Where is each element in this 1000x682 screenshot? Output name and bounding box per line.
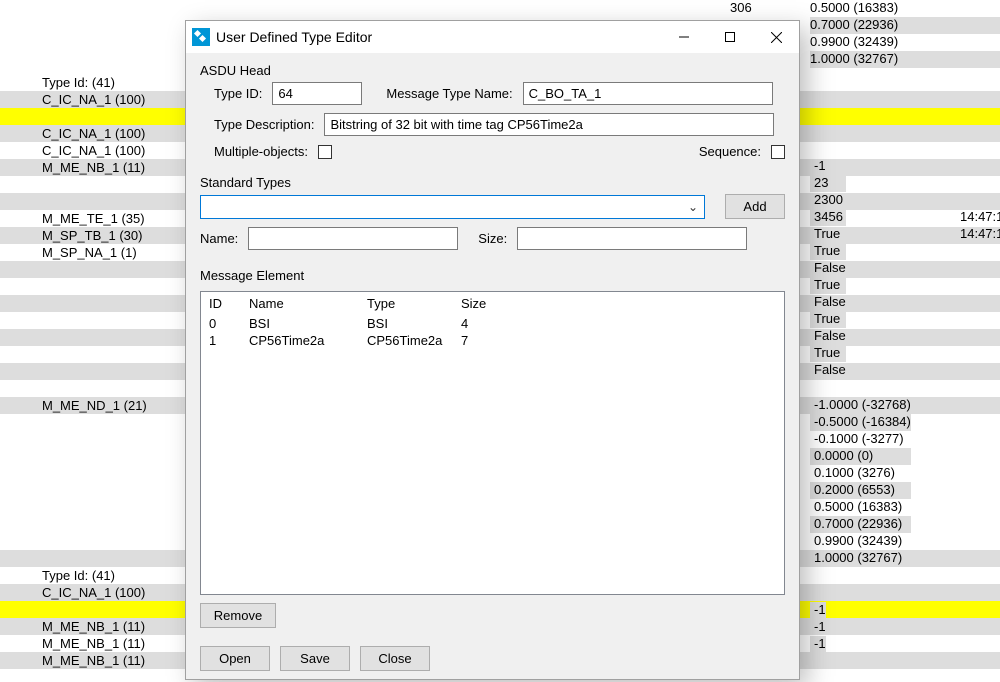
- message-element-label: Message Element: [200, 268, 785, 283]
- multiple-objects-label: Multiple-objects:: [214, 144, 308, 159]
- close-window-button[interactable]: [753, 21, 799, 53]
- col-type: Type: [367, 296, 461, 311]
- app-icon: [192, 28, 210, 46]
- open-button[interactable]: Open: [200, 646, 270, 671]
- message-type-name-input[interactable]: [523, 82, 773, 105]
- bg-right-values-2: -1.0000 (-32768)-0.5000 (-16384)-0.1000 …: [810, 397, 911, 567]
- titlebar: User Defined Type Editor: [186, 21, 799, 53]
- asdu-head-label: ASDU Head: [200, 63, 785, 78]
- maximize-button[interactable]: [707, 21, 753, 53]
- table-row[interactable]: 0 BSI BSI 4: [201, 315, 784, 332]
- add-button[interactable]: Add: [725, 194, 785, 219]
- col-size: Size: [461, 296, 521, 311]
- user-defined-type-editor-dialog: User Defined Type Editor ASDU Head Type …: [185, 20, 800, 680]
- standard-types-dropdown[interactable]: [200, 195, 705, 219]
- multiple-objects-checkbox[interactable]: [318, 145, 332, 159]
- message-type-name-label: Message Type Name:: [386, 86, 512, 101]
- name-input[interactable]: [248, 227, 458, 250]
- col-name: Name: [249, 296, 367, 311]
- bg-right-values-3: -1-1-1: [810, 602, 826, 653]
- name-label: Name:: [200, 231, 238, 246]
- remove-button[interactable]: Remove: [200, 603, 276, 628]
- sequence-checkbox[interactable]: [771, 145, 785, 159]
- table-row[interactable]: 1 CP56Time2a CP56Time2a 7: [201, 332, 784, 349]
- standard-types-label: Standard Types: [200, 175, 785, 190]
- minimize-button[interactable]: [661, 21, 707, 53]
- size-label: Size:: [478, 231, 507, 246]
- type-id-label: Type ID:: [214, 86, 262, 101]
- message-element-table[interactable]: ID Name Type Size 0 BSI BSI 4 1 CP56Time…: [200, 291, 785, 595]
- type-description-label: Type Description:: [214, 117, 314, 132]
- type-description-input[interactable]: [324, 113, 774, 136]
- window-title: User Defined Type Editor: [216, 29, 372, 45]
- type-id-input[interactable]: [272, 82, 362, 105]
- bg-right-values-1: -12323003456TrueTrueFalseTrueFalseTrueFa…: [810, 158, 846, 379]
- bg-top-values: 0.5000 (16383) 0.7000 (22936) 0.9900 (32…: [810, 0, 1000, 68]
- bg-times: 14:47:1314:47:13: [960, 209, 1000, 243]
- sequence-label: Sequence:: [699, 144, 761, 159]
- col-id: ID: [209, 296, 249, 311]
- close-button[interactable]: Close: [360, 646, 430, 671]
- bg-row-count: 306: [730, 0, 752, 15]
- save-button[interactable]: Save: [280, 646, 350, 671]
- size-input[interactable]: [517, 227, 747, 250]
